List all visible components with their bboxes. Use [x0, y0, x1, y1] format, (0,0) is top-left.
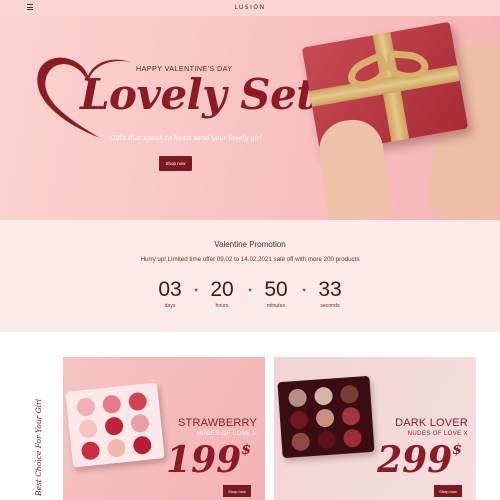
- hero-title: Lovely Set: [80, 70, 316, 119]
- heart-separator-icon: ♥: [194, 288, 198, 294]
- countdown-label: minutes: [266, 303, 286, 309]
- countdown-label: seconds: [320, 303, 340, 309]
- countdown-hours: 20 hours: [202, 278, 242, 309]
- price-currency: $: [452, 442, 462, 458]
- dark-lover-shop-now-button[interactable]: Shop now: [434, 485, 462, 497]
- countdown-label: hours: [215, 303, 229, 309]
- product-price: 299$: [377, 439, 462, 481]
- strawberry-shop-now-button[interactable]: Shop now: [223, 485, 251, 497]
- product-card-strawberry[interactable]: STRAWBERRY NUDES OF LOVE X 199$ Shop now: [63, 357, 265, 500]
- countdown-value: 33: [318, 278, 342, 301]
- top-nav: LUSION: [0, 0, 500, 16]
- promotion-title: Valentine Promotion: [214, 240, 286, 249]
- countdown-value: 20: [210, 278, 234, 301]
- price-currency: $: [241, 442, 251, 458]
- countdown-label: days: [164, 303, 176, 309]
- product-card-dark-lover[interactable]: DARK LOVER NUDES OF LOVE X 299$ Shop now: [274, 357, 476, 500]
- price-value: 299: [377, 439, 453, 481]
- brand-logo[interactable]: LUSION: [0, 4, 500, 11]
- eyeshadow-palette-image: [277, 375, 375, 459]
- gift-box-photo: [296, 12, 500, 220]
- promotion-section: Valentine Promotion Hurry up! Limited ti…: [0, 220, 500, 332]
- product-name: DARK LOVER: [395, 417, 468, 429]
- eyeshadow-palette-image: [65, 382, 165, 468]
- product-subtitle: NUDES OF LOVE X: [196, 431, 257, 437]
- product-price: 199$: [166, 439, 251, 481]
- price-value: 199: [166, 439, 242, 481]
- promotion-text: Hurry up! Limited time offer 09.02 to 14…: [140, 256, 360, 263]
- countdown-seconds: 33 seconds: [310, 278, 350, 309]
- hero-banner: HAPPY VALENTINE'S DAY Lovely Set Gifts t…: [0, 0, 500, 220]
- countdown-value: 03: [158, 278, 182, 301]
- heart-separator-icon: ♥: [302, 288, 306, 294]
- countdown-minutes: 50 minutes: [256, 278, 296, 309]
- countdown-value: 50: [264, 278, 288, 301]
- hero-shop-now-button[interactable]: Shop now: [159, 156, 192, 171]
- products-section-title: Best Choice For Your Girl: [0, 356, 60, 500]
- hero-subtitle: Gifts that speak to heart send your love…: [110, 134, 263, 142]
- heart-separator-icon: ♥: [248, 288, 252, 294]
- product-name: STRAWBERRY: [177, 417, 257, 429]
- countdown-days: 03 days: [150, 278, 190, 309]
- product-subtitle: NUDES OF LOVE X: [407, 431, 468, 437]
- countdown-timer: 03 days ♥ 20 hours ♥ 50 minutes ♥ 33 sec…: [150, 278, 350, 314]
- section-title-text: Best Choice For Your Girl: [34, 399, 43, 496]
